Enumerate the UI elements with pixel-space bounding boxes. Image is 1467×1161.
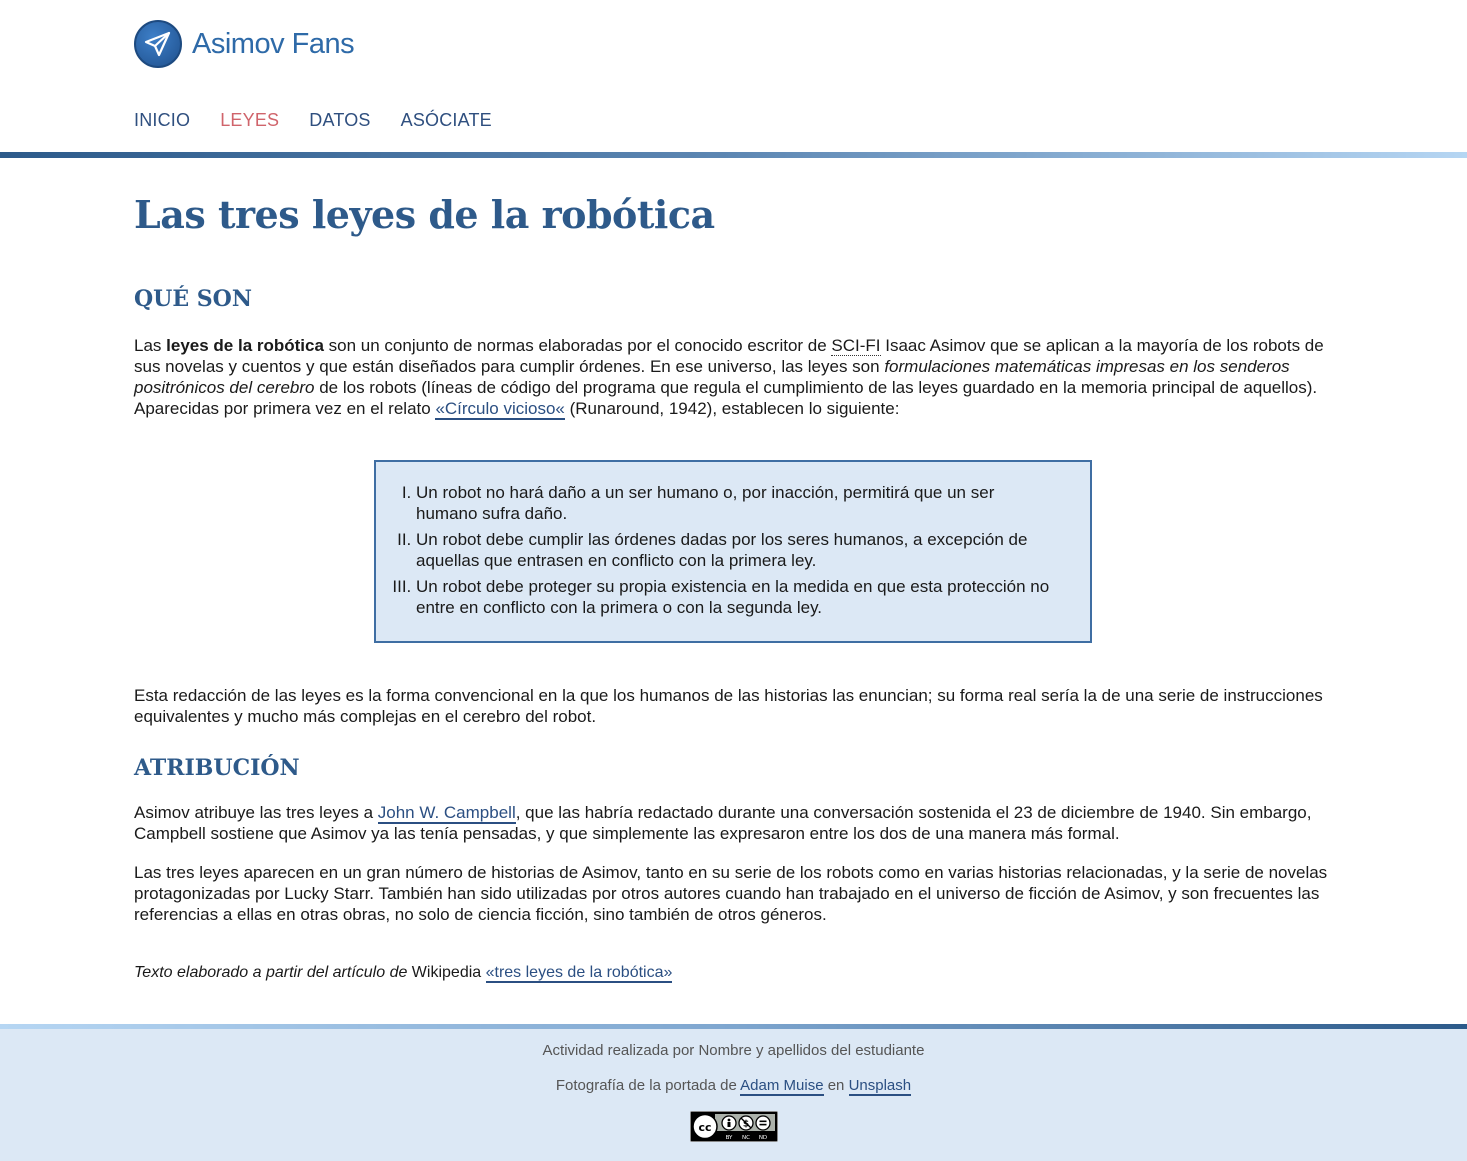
site-name: Asimov Fans [192, 27, 355, 60]
text-span: Fotografía de la portada de [555, 1077, 741, 1094]
text-span: son un conjunto de normas elaboradas por… [323, 336, 832, 355]
laws-list: Un robot no hará daño a un ser humano o,… [416, 482, 1056, 623]
section-heading-que-son: QUÉ SON [134, 286, 252, 312]
link-unsplash[interactable]: Unsplash [848, 1077, 912, 1096]
law-item: Un robot no hará daño a un ser humano o,… [416, 482, 1056, 524]
site-logo[interactable]: Asimov Fans [134, 20, 355, 68]
paragraph-redaccion: Esta redacción de las leyes es la forma … [134, 686, 1323, 726]
law-item: Un robot debe cumplir las órdenes dadas … [416, 529, 1056, 571]
license-label-by: BY [726, 1135, 733, 1141]
abbr-scifi[interactable]: SCI-FI [831, 336, 881, 356]
link-circulo-vicioso[interactable]: «Círculo vicioso« [435, 399, 565, 420]
law-item: Un robot debe proteger su propia existen… [416, 576, 1056, 618]
paragraph-atribucion: Asimov atribuye las tres leyes a John W.… [134, 802, 1329, 844]
text-span: (Runaround, 1942), establecen lo siguien… [564, 399, 900, 418]
link-john-campbell[interactable]: John W. Campbell [377, 803, 516, 824]
link-photo-author[interactable]: Adam Muise [740, 1077, 824, 1096]
intro-paragraph: Las leyes de la robótica son un conjunto… [134, 335, 1329, 420]
text-span: en [823, 1077, 849, 1094]
svg-text:cc: cc [698, 1121, 711, 1134]
section-heading-atribucion: ATRIBUCIÓN [134, 755, 300, 781]
laws-box: Un robot no hará daño a un ser humano o,… [374, 460, 1092, 643]
header-divider [0, 152, 1467, 158]
text-span: Las [134, 336, 167, 355]
link-wikipedia-article[interactable]: «tres leyes de la robótica» [485, 964, 673, 983]
footer-photo-credit: Fotografía de la portada de Adam Muise e… [0, 1077, 1467, 1096]
credit-source: Wikipedia [407, 964, 486, 981]
nav-item-datos[interactable]: DATOS [309, 110, 370, 131]
page-title: Las tres leyes de la robótica [134, 192, 715, 237]
paragraph-historias: Las tres leyes aparecen en un gran númer… [134, 863, 1328, 924]
footer-author-line: Actividad realizada por Nombre y apellid… [542, 1042, 925, 1059]
source-credit: Texto elaborado a partir del artículo de… [134, 964, 673, 983]
bold-term: leyes de la robótica [166, 336, 324, 355]
nav-item-leyes[interactable]: LEYES [220, 110, 279, 131]
license-label-nc: NC [742, 1135, 750, 1141]
paper-plane-icon [134, 20, 182, 68]
text-span: Asimov atribuye las tres leyes a [134, 803, 378, 822]
main-nav: INICIO LEYES DATOS ASÓCIATE [134, 110, 522, 131]
site-footer: Actividad realizada por Nombre y apellid… [0, 1029, 1467, 1161]
site-header: Asimov Fans INICIO LEYES DATOS ASÓCIATE [0, 0, 1467, 152]
page: Asimov Fans INICIO LEYES DATOS ASÓCIATE … [0, 0, 1467, 1161]
creative-commons-icon[interactable]: cc $ BY NC ND [690, 1111, 778, 1142]
nav-item-inicio[interactable]: INICIO [134, 110, 190, 131]
credit-text: Texto elaborado a partir del artículo de [134, 964, 408, 981]
license-label-nd: ND [759, 1135, 767, 1141]
nav-item-asociate[interactable]: ASÓCIATE [401, 110, 492, 131]
